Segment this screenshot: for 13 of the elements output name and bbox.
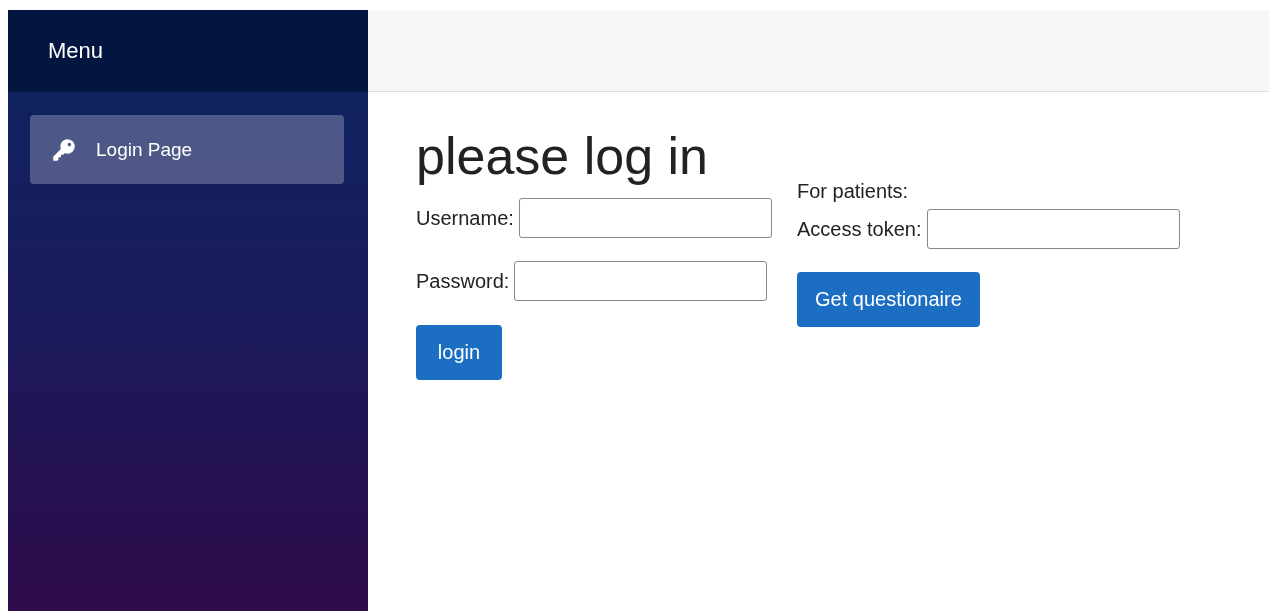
input-field[interactable] xyxy=(518,198,772,238)
questionnaire-button[interactable]: Get questionaire xyxy=(797,272,980,327)
key-icon xyxy=(52,137,76,162)
nav-item[interactable]: Login Page xyxy=(30,115,344,184)
input-field[interactable] xyxy=(926,209,1180,249)
input-field[interactable] xyxy=(514,261,768,301)
field-label: Access token: xyxy=(797,217,922,241)
field-label: Username: xyxy=(416,206,514,230)
field-label: Password: xyxy=(416,269,510,293)
menu-title: Menu xyxy=(48,38,104,64)
login-button[interactable]: login xyxy=(416,325,502,380)
page-heading: please log in xyxy=(416,126,709,187)
note-text: For patients: xyxy=(797,180,910,203)
